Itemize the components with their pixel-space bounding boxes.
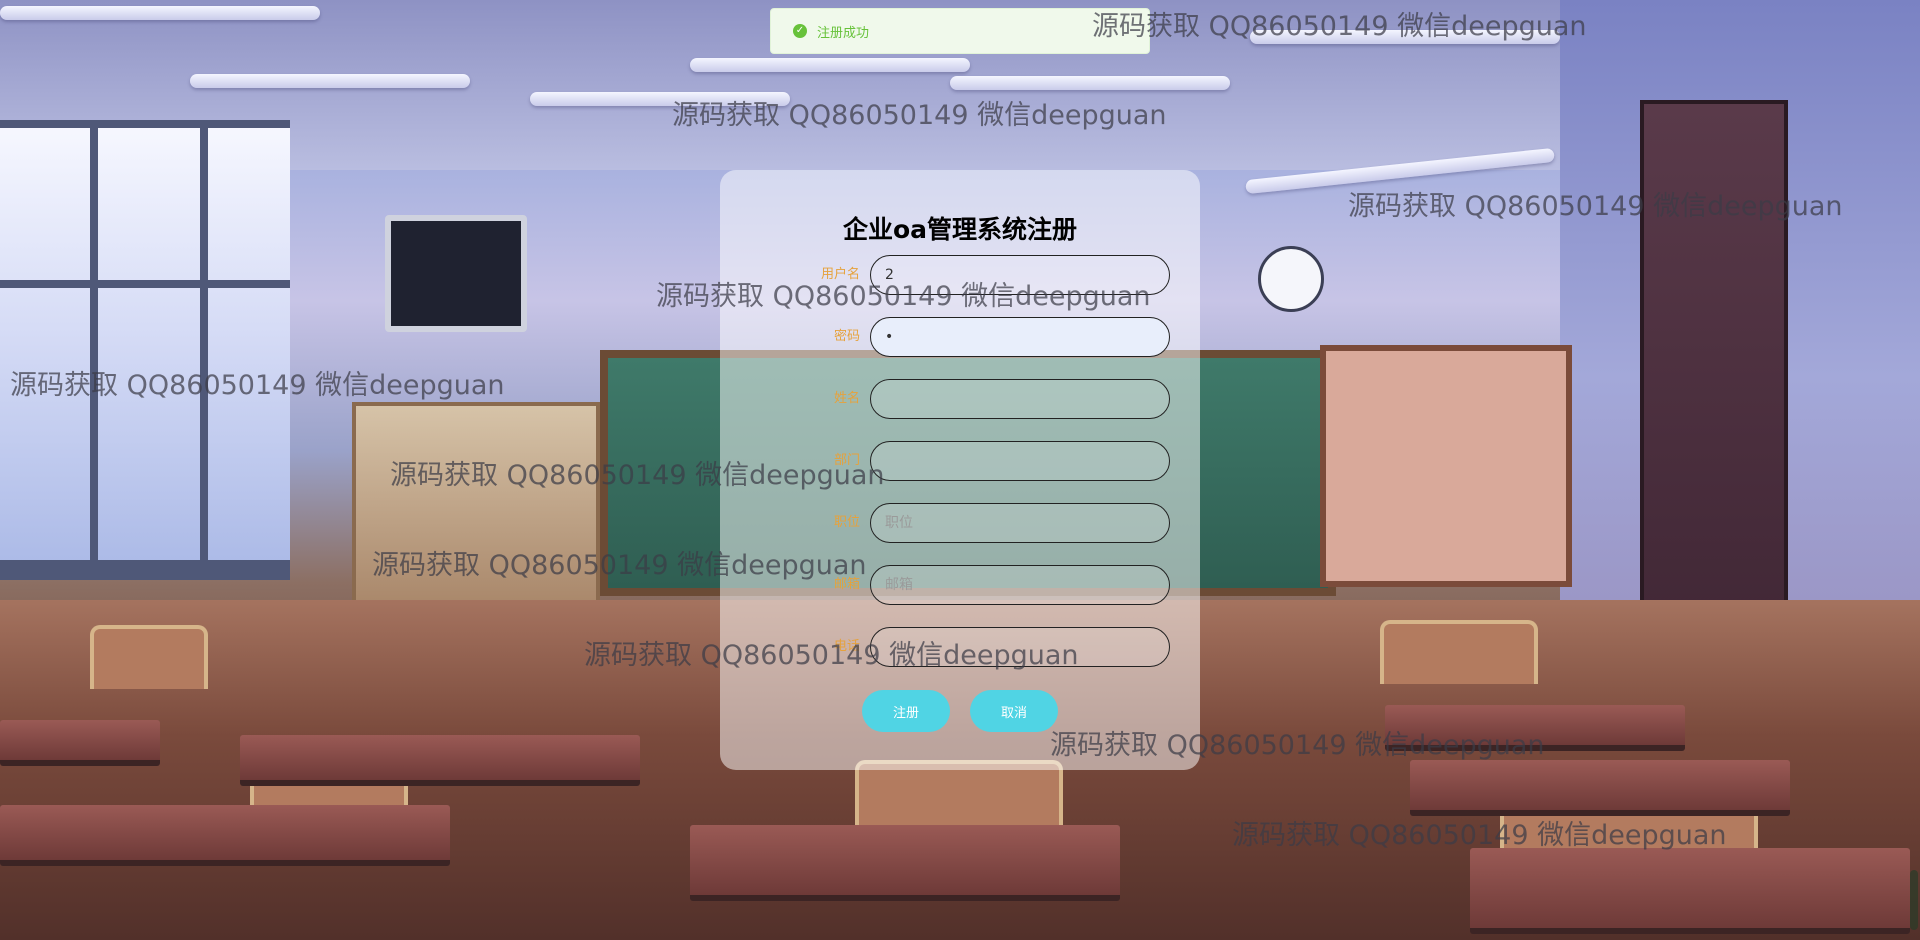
name-label: 姓名: [833, 391, 860, 406]
cancel-button[interactable]: 取消: [970, 690, 1058, 732]
wall-clock: [1258, 246, 1324, 312]
form-row-name: 姓名: [720, 379, 1200, 419]
ceiling-light: [1250, 30, 1560, 44]
television: [385, 215, 527, 332]
password-label: 密码: [833, 329, 860, 344]
email-label: 邮箱: [833, 577, 860, 592]
username-label: 用户名: [820, 267, 860, 282]
desk: [1410, 760, 1790, 816]
bookshelf: [352, 402, 600, 610]
desk: [1385, 705, 1685, 751]
email-input[interactable]: [870, 565, 1170, 605]
department-input[interactable]: [870, 441, 1170, 481]
username-input[interactable]: [870, 255, 1170, 295]
ceiling-light: [190, 74, 470, 88]
desk: [240, 735, 640, 786]
form-row-position: 职位: [720, 503, 1200, 543]
form-row-email: 邮箱: [720, 565, 1200, 605]
chair: [1380, 620, 1538, 684]
ceiling-light: [950, 76, 1230, 90]
form-row-username: 用户名: [720, 255, 1200, 295]
noticeboard: [1320, 345, 1572, 587]
ceiling-light: [0, 6, 320, 20]
success-toast: ✓ 注册成功: [770, 8, 1150, 54]
chair: [90, 625, 208, 689]
desk: [0, 720, 160, 766]
desk: [0, 805, 450, 866]
register-panel: 企业oa管理系统注册 用户名 密码 姓名 部门 职位 邮箱 电话 注册 取消: [720, 170, 1200, 770]
phone-input[interactable]: [870, 627, 1170, 667]
name-input[interactable]: [870, 379, 1170, 419]
password-input[interactable]: [870, 317, 1170, 357]
ceiling-light: [690, 58, 970, 72]
window: [0, 120, 290, 580]
scrollbar-thumb[interactable]: [1910, 870, 1918, 930]
position-input[interactable]: [870, 503, 1170, 543]
phone-label: 电话: [833, 639, 860, 654]
desk: [690, 825, 1120, 901]
check-icon: ✓: [793, 24, 807, 38]
ceiling-light: [530, 92, 790, 106]
position-label: 职位: [833, 515, 860, 530]
form-row-department: 部门: [720, 441, 1200, 481]
department-label: 部门: [833, 453, 860, 468]
form-row-phone: 电话: [720, 627, 1200, 667]
toast-message: 注册成功: [817, 25, 870, 41]
desk: [1470, 848, 1910, 934]
form-row-password: 密码: [720, 317, 1200, 357]
page-title: 企业oa管理系统注册: [842, 215, 1078, 244]
register-button[interactable]: 注册: [862, 690, 950, 732]
